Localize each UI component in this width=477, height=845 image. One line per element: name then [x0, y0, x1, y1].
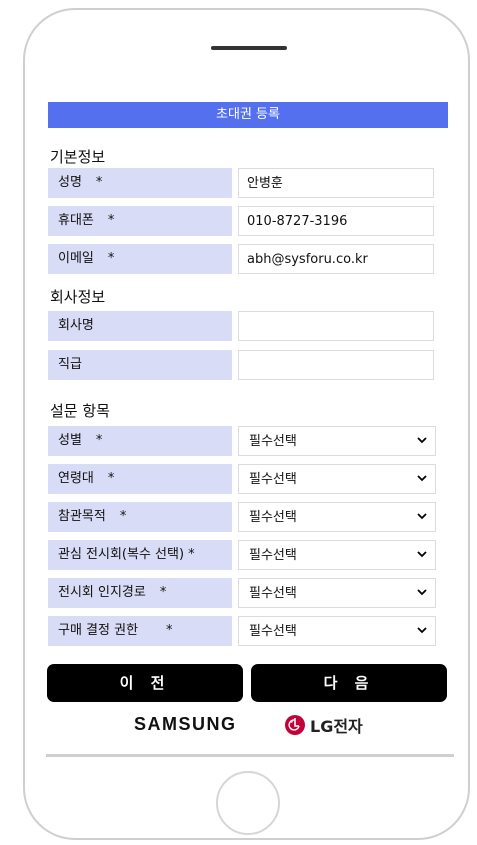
section-title-survey: 설문 항목: [50, 402, 110, 420]
select-value: 필수선택: [249, 510, 297, 525]
section-title-basic: 기본정보: [50, 148, 106, 166]
form-row-email: 이메일 * abh@sysforu.co.kr: [48, 244, 434, 274]
chevron-down-icon: [417, 551, 427, 558]
position-field[interactable]: [238, 350, 434, 380]
required-mark: *: [188, 547, 195, 562]
field-label-authority: 구매 결정 권한 *: [48, 616, 232, 646]
divider: [46, 754, 454, 757]
form-row-interest: 관심 전시회(복수 선택) * 필수선택: [48, 540, 436, 570]
field-label-company: 회사명: [48, 311, 232, 341]
select-value: 필수선택: [249, 624, 297, 639]
form-row-company: 회사명: [48, 311, 434, 341]
field-label-gender: 성별 *: [48, 426, 232, 456]
select-value: 필수선택: [249, 548, 297, 563]
required-mark: *: [159, 585, 167, 600]
required-mark: *: [107, 471, 115, 486]
field-label-name: 성명 *: [48, 168, 232, 198]
select-value: 필수선택: [249, 434, 297, 449]
next-button[interactable]: 다 음: [251, 664, 447, 702]
form-row-purpose: 참관목적 * 필수선택: [48, 502, 436, 532]
form-row-authority: 구매 결정 권한 * 필수선택: [48, 616, 436, 646]
required-mark: *: [95, 433, 103, 448]
name-field[interactable]: 안병훈: [238, 168, 434, 198]
field-label-position: 직급: [48, 350, 232, 380]
phone-field[interactable]: 010-8727-3196: [238, 206, 434, 236]
email-field[interactable]: abh@sysforu.co.kr: [238, 244, 434, 274]
interest-select[interactable]: 필수선택: [238, 540, 436, 570]
required-mark: *: [107, 213, 115, 228]
field-label-text: 휴대폰: [58, 213, 94, 228]
field-label-text: 이메일: [58, 251, 94, 266]
field-label-text: 관심 전시회(복수 선택): [58, 547, 185, 562]
purpose-select[interactable]: 필수선택: [238, 502, 436, 532]
section-title-company: 회사정보: [50, 288, 106, 306]
field-label-interest: 관심 전시회(복수 선택) *: [48, 540, 232, 570]
form-row-position: 직급: [48, 350, 434, 380]
chevron-down-icon: [417, 513, 427, 520]
select-value: 필수선택: [249, 472, 297, 487]
field-label-text: 전시회 인지경로: [58, 585, 146, 600]
field-label-text: 참관목적: [58, 509, 106, 524]
awareness-select[interactable]: 필수선택: [238, 578, 436, 608]
field-label-text: 성명: [58, 175, 82, 190]
samsung-logo: SAMSUNG: [134, 714, 237, 734]
field-label-email: 이메일 *: [48, 244, 232, 274]
select-value: 필수선택: [249, 586, 297, 601]
chevron-down-icon: [417, 627, 427, 634]
company-field[interactable]: [238, 311, 434, 341]
chevron-down-icon: [417, 475, 427, 482]
page-title: 초대권 등록: [48, 102, 448, 128]
required-mark: *: [166, 623, 173, 638]
field-label-text: 성별: [58, 433, 82, 448]
form-row-name: 성명 * 안병훈: [48, 168, 434, 198]
form-row-age: 연령대 * 필수선택: [48, 464, 436, 494]
phone-speaker: [211, 46, 287, 50]
chevron-down-icon: [417, 437, 427, 444]
field-label-text: 연령대: [58, 471, 94, 486]
required-mark: *: [119, 509, 127, 524]
field-label-age: 연령대 *: [48, 464, 232, 494]
form-row-phone: 휴대폰 * 010-8727-3196: [48, 206, 434, 236]
field-label-awareness: 전시회 인지경로 *: [48, 578, 232, 608]
chevron-down-icon: [417, 589, 427, 596]
lg-brand-text: LG전자: [310, 717, 363, 736]
home-button[interactable]: [216, 771, 280, 835]
field-label-text: 구매 결정 권한: [58, 623, 139, 638]
gender-select[interactable]: 필수선택: [238, 426, 436, 456]
form-row-awareness: 전시회 인지경로 * 필수선택: [48, 578, 436, 608]
prev-button[interactable]: 이 전: [47, 664, 243, 702]
field-label-phone: 휴대폰 *: [48, 206, 232, 236]
lg-logo: LG전자: [284, 713, 363, 737]
required-mark: *: [95, 175, 103, 190]
required-mark: *: [107, 251, 115, 266]
form-row-gender: 성별 * 필수선택: [48, 426, 436, 456]
age-select[interactable]: 필수선택: [238, 464, 436, 494]
lg-face-icon: [285, 715, 305, 735]
phone-frame: [23, 8, 470, 840]
field-label-purpose: 참관목적 *: [48, 502, 232, 532]
authority-select[interactable]: 필수선택: [238, 616, 436, 646]
